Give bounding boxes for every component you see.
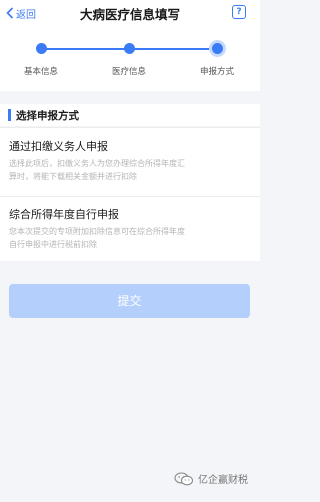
section-accent-bar <box>8 109 11 121</box>
wechat-icon <box>174 471 194 485</box>
option-title: 综合所得年度自行申报 <box>9 208 119 221</box>
step-label-medical-info: 医疗信息 <box>111 67 147 77</box>
option-title: 通过扣缴义务人申报 <box>9 140 108 153</box>
step-dot-basic-info <box>36 43 47 54</box>
option-description: 您本次提交的专项附加扣除信息可在综合所得年度 自行申报中进行税前扣除 <box>9 225 239 251</box>
watermark-text: 亿企赢财税 <box>198 475 248 486</box>
option-self-declare[interactable]: 综合所得年度自行申报 您本次提交的专项附加扣除信息可在综合所得年度 自行申报中进… <box>0 196 260 261</box>
option-desc-line: 自行申报中进行税前扣除 <box>9 240 97 249</box>
step-dot-declare-method <box>212 43 223 54</box>
submit-button[interactable]: 提交 <box>9 284 250 318</box>
option-description: 选择此项后，扣缴义务人为您办理综合所得年度汇 算时，将能下载相关金额并进行扣除 <box>9 157 239 183</box>
progress-steps: 基本信息 医疗信息 申报方式 <box>0 28 260 91</box>
watermark: 亿企赢财税 <box>174 471 248 486</box>
help-icon[interactable]: ? <box>232 5 246 19</box>
page-title: 大病医疗信息填写 <box>79 7 180 22</box>
option-desc-line: 算时，将能下载相关金额并进行扣除 <box>9 172 137 181</box>
step-label-declare-method: 申报方式 <box>199 67 235 77</box>
section-header: 选择申报方式 <box>0 104 260 126</box>
option-desc-line: 您本次提交的专项附加扣除信息可在综合所得年度 <box>9 227 185 236</box>
option-withholding-agent[interactable]: 通过扣缴义务人申报 选择此项后，扣缴义务人为您办理综合所得年度汇 算时，将能下载… <box>0 127 260 196</box>
step-label-basic-info: 基本信息 <box>23 67 59 77</box>
section-title: 选择申报方式 <box>16 110 79 122</box>
step-dot-medical-info <box>124 43 135 54</box>
nav-bar: 返回 大病医疗信息填写 ? <box>0 0 260 28</box>
option-desc-line: 选择此项后，扣缴义务人为您办理综合所得年度汇 <box>9 159 185 168</box>
